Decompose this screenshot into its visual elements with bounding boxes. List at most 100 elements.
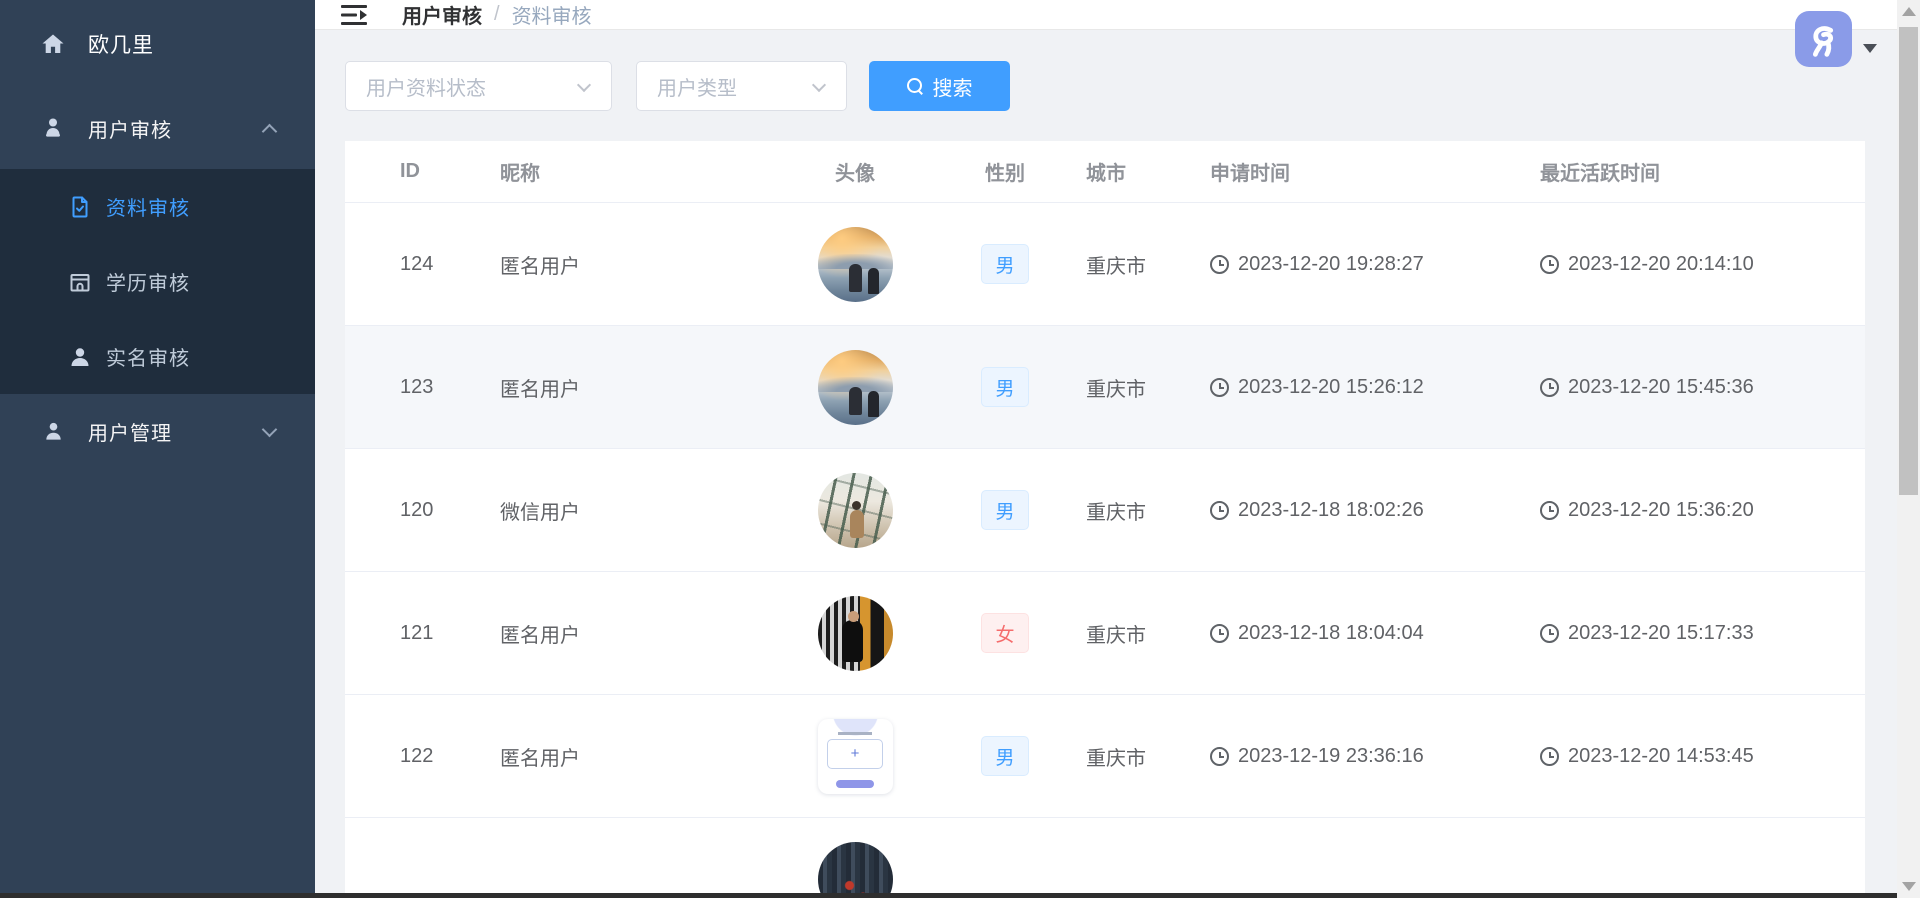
user-avatar-photo bbox=[818, 596, 893, 671]
clock-icon bbox=[1210, 255, 1229, 274]
search-button[interactable]: 搜索 bbox=[869, 61, 1010, 111]
sidebar-item-user-audit[interactable]: 用户审核 bbox=[0, 100, 315, 156]
user-nickname: 匿名用户 bbox=[480, 619, 760, 648]
home-icon bbox=[40, 31, 66, 57]
clock-icon bbox=[1540, 747, 1559, 766]
table-header: ID 昵称 头像 性别 城市 申请时间 最近活跃时间 bbox=[345, 141, 1865, 203]
clock-icon bbox=[1540, 501, 1559, 520]
active-time: 2023-12-20 20:14:10 bbox=[1568, 253, 1754, 276]
breadcrumb-parent[interactable]: 用户审核 bbox=[402, 0, 482, 29]
sidebar-item-realname-audit[interactable]: 实名审核 bbox=[0, 319, 315, 394]
user-audit-icon bbox=[40, 115, 66, 141]
user-id: 124 bbox=[345, 253, 480, 276]
user-id: 121 bbox=[345, 622, 480, 645]
apply-time: 2023-12-20 15:26:12 bbox=[1238, 376, 1424, 399]
active-time: 2023-12-20 14:53:45 bbox=[1568, 745, 1754, 768]
apply-time: 2023-12-19 23:36:16 bbox=[1238, 745, 1424, 768]
user-id: 122 bbox=[345, 745, 480, 768]
chevron-up-icon bbox=[262, 124, 278, 140]
chevron-down-icon bbox=[812, 78, 826, 92]
window-bottom-edge bbox=[0, 893, 1897, 898]
clock-icon bbox=[1210, 378, 1229, 397]
apply-time: 2023-12-18 18:02:26 bbox=[1238, 499, 1424, 522]
sidebar-item-education-audit[interactable]: 学历审核 bbox=[0, 244, 315, 319]
clock-icon bbox=[1540, 378, 1559, 397]
user-id: 123 bbox=[345, 376, 480, 399]
user-audit-table: ID 昵称 头像 性别 城市 申请时间 最近活跃时间 124 匿名用户 男 重庆… bbox=[345, 141, 1865, 898]
person-icon bbox=[68, 345, 92, 369]
sidebar-item-label: 实名审核 bbox=[106, 342, 190, 371]
profile-status-select[interactable]: 用户资料状态 bbox=[345, 61, 612, 111]
user-nickname: 匿名用户 bbox=[480, 250, 760, 279]
sidebar-item-profile-audit[interactable]: 资料审核 bbox=[0, 169, 315, 244]
table-row[interactable]: 124 匿名用户 男 重庆市 2023-12-20 19:28:27 2023-… bbox=[345, 203, 1865, 326]
scrollbar-thumb[interactable] bbox=[1899, 27, 1918, 495]
topbar: 用户审核 / 资料审核 bbox=[315, 0, 1897, 30]
user-nickname: 微信用户 bbox=[480, 496, 760, 525]
table-row[interactable] bbox=[345, 818, 1865, 898]
column-header-id: ID bbox=[345, 160, 480, 183]
user-manage-icon bbox=[40, 418, 66, 444]
clock-icon bbox=[1540, 255, 1559, 274]
column-header-nickname: 昵称 bbox=[480, 157, 760, 186]
app-title: 欧几里 bbox=[88, 29, 154, 59]
gender-badge: 男 bbox=[981, 490, 1029, 530]
column-header-gender: 性别 bbox=[950, 157, 1060, 186]
school-building-icon bbox=[68, 270, 92, 294]
document-check-icon bbox=[68, 195, 92, 219]
active-time: 2023-12-20 15:45:36 bbox=[1568, 376, 1754, 399]
user-city: 重庆市 bbox=[1060, 619, 1190, 648]
user-id: 120 bbox=[345, 499, 480, 522]
apply-time: 2023-12-20 19:28:27 bbox=[1238, 253, 1424, 276]
sidebar-item-label: 资料审核 bbox=[106, 192, 190, 221]
user-avatar[interactable] bbox=[1795, 11, 1852, 67]
sidebar-item-user-manage[interactable]: 用户管理 bbox=[0, 394, 315, 468]
sidebar-submenu: 资料审核 学历审核 实名审核 bbox=[0, 169, 315, 394]
sidebar: 欧几里 用户审核 资料审核 学历审核 bbox=[0, 0, 315, 898]
table-row[interactable]: 123 匿名用户 男 重庆市 2023-12-20 15:26:12 2023-… bbox=[345, 326, 1865, 449]
scrollbar-down-arrow-icon[interactable] bbox=[1902, 882, 1916, 891]
vertical-scrollbar[interactable] bbox=[1897, 0, 1920, 898]
user-city: 重庆市 bbox=[1060, 373, 1190, 402]
user-nickname: 匿名用户 bbox=[480, 373, 760, 402]
apply-time: 2023-12-18 18:04:04 bbox=[1238, 622, 1424, 645]
gender-badge: 男 bbox=[981, 244, 1029, 284]
user-type-placeholder: 用户类型 bbox=[657, 72, 737, 101]
active-time: 2023-12-20 15:17:33 bbox=[1568, 622, 1754, 645]
scrollbar-up-arrow-icon[interactable] bbox=[1902, 7, 1916, 16]
content: 用户资料状态 用户类型 搜索 ID 昵称 头像 性别 bbox=[315, 30, 1897, 898]
sidebar-logo[interactable]: 欧几里 bbox=[0, 18, 315, 70]
clock-icon bbox=[1210, 747, 1229, 766]
user-type-select[interactable]: 用户类型 bbox=[636, 61, 847, 111]
sidebar-item-label: 学历审核 bbox=[106, 267, 190, 296]
user-menu-caret-icon[interactable] bbox=[1863, 44, 1877, 53]
table-row[interactable]: 122 匿名用户 男 重庆市 2023-12-19 23:36:16 2023-… bbox=[345, 695, 1865, 818]
breadcrumb-separator: / bbox=[494, 3, 500, 26]
column-header-apply-time: 申请时间 bbox=[1190, 157, 1520, 186]
breadcrumb-current: 资料审核 bbox=[512, 0, 592, 29]
user-avatar-photo bbox=[818, 350, 893, 425]
app-window: 欧几里 用户审核 资料审核 学历审核 bbox=[0, 0, 1920, 898]
sidebar-item-label: 用户审核 bbox=[88, 114, 172, 143]
main-area: 用户审核 / 资料审核 用户资料状态 用户 bbox=[315, 0, 1897, 898]
chevron-down-icon bbox=[577, 78, 591, 92]
sidebar-collapse-icon[interactable] bbox=[340, 3, 368, 27]
clock-icon bbox=[1210, 624, 1229, 643]
table-row[interactable]: 120 微信用户 男 重庆市 2023-12-18 18:02:26 2023-… bbox=[345, 449, 1865, 572]
gender-badge: 男 bbox=[981, 367, 1029, 407]
sidebar-item-label: 用户管理 bbox=[88, 417, 172, 446]
search-icon bbox=[907, 78, 923, 94]
gender-badge: 男 bbox=[981, 736, 1029, 776]
user-avatar-photo bbox=[818, 842, 893, 898]
user-city: 重庆市 bbox=[1060, 250, 1190, 279]
user-nickname: 匿名用户 bbox=[480, 742, 760, 771]
profile-status-placeholder: 用户资料状态 bbox=[366, 72, 486, 101]
column-header-avatar: 头像 bbox=[760, 157, 950, 186]
active-time: 2023-12-20 15:36:20 bbox=[1568, 499, 1754, 522]
chevron-down-icon bbox=[262, 422, 278, 438]
search-button-label: 搜索 bbox=[933, 72, 973, 101]
user-avatar-photo bbox=[818, 473, 893, 548]
user-avatar-photo bbox=[818, 227, 893, 302]
table-row[interactable]: 121 匿名用户 女 重庆市 2023-12-18 18:04:04 2023-… bbox=[345, 572, 1865, 695]
clock-icon bbox=[1210, 501, 1229, 520]
